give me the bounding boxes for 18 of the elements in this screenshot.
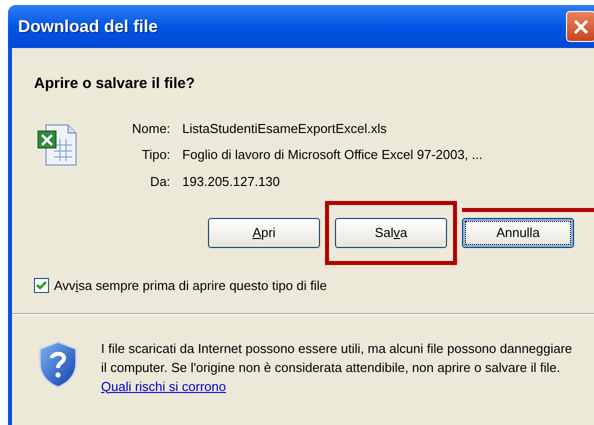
field-label: Nome: <box>132 120 170 138</box>
field-label: Tipo: <box>140 146 170 164</box>
field-value: 193.205.127.130 <box>182 172 281 190</box>
checkbox[interactable] <box>34 278 49 294</box>
field-value: Foglio di lavoro di Microsoft Office Excel 97-2003, ... <box>182 146 483 164</box>
checkbox-label[interactable]: Avvisa sempre prima di aprire questo tipo di file <box>54 276 327 296</box>
close-icon <box>572 18 590 36</box>
dialog-button[interactable]: Apri <box>208 218 320 248</box>
warning-text: I file scaricati da Internet possono essere utili, ma alcuni file possono danneggiare il computer. Se l'origine non è considerata attendibile, non aprire o salvare il file. Quali rischi si corrono <box>101 340 574 396</box>
field-value: ListaStudentiEsameExportExcel.xls <box>182 120 388 138</box>
window-title: Download del file <box>18 16 158 38</box>
field-label: Da: <box>149 172 170 190</box>
dialog-heading: Aprire o salvare il file? <box>34 74 195 94</box>
help-link[interactable]: Quali rischi si corrono <box>101 378 226 394</box>
close-button[interactable] <box>566 11 594 42</box>
dialog-button[interactable]: Salva <box>335 218 447 248</box>
shield-question-icon <box>38 340 78 388</box>
dialog-button[interactable]: Annulla <box>462 218 574 248</box>
